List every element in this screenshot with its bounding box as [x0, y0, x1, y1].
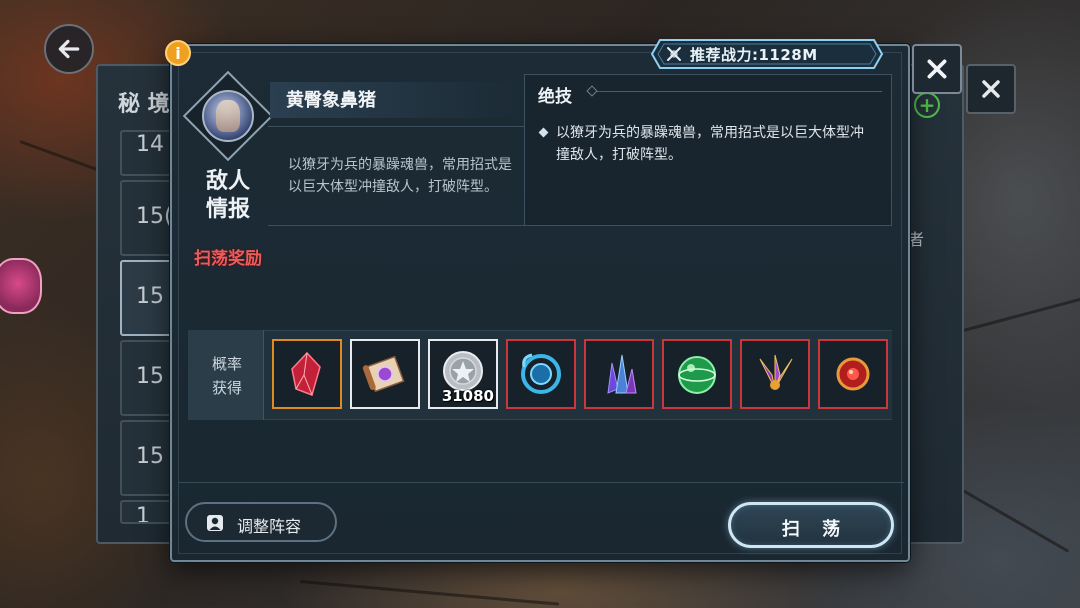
panel-close-button[interactable]: [966, 64, 1016, 114]
sweep-reward-label: 扫荡奖励: [194, 249, 262, 269]
red-crystal-icon: [291, 351, 321, 396]
recommended-power-badge: 推荐战力:1128M: [650, 38, 884, 70]
panel-side-text: 者: [908, 230, 925, 249]
map-character-marker[interactable]: [0, 258, 42, 314]
level-label: 15: [136, 364, 164, 389]
skill-divider: [590, 91, 882, 92]
add-icon[interactable]: +: [914, 92, 940, 118]
enemy-description: 以獠牙为兵的暴躁魂兽，常用招式是以巨大体型冲撞敌人，打破阵型。: [288, 157, 512, 195]
lineup-icon: [207, 515, 223, 531]
level-item[interactable]: 15: [120, 340, 176, 416]
dialog-divider: [178, 482, 904, 483]
sweep-button[interactable]: 扫 荡: [728, 502, 894, 548]
reward-item[interactable]: 31080: [428, 339, 498, 409]
reward-item[interactable]: [506, 339, 576, 409]
close-icon: [927, 59, 947, 79]
enemy-name: 黄臀象鼻猪: [286, 90, 376, 111]
crossed-swords-icon: [667, 47, 681, 61]
level-item[interactable]: 14: [120, 130, 176, 176]
level-label: 15(: [136, 204, 173, 229]
purple-flower-icon: [759, 354, 793, 390]
skill-title: 绝技: [538, 87, 572, 107]
reward-item[interactable]: [740, 339, 810, 409]
sweep-button-label: 扫 荡: [781, 519, 849, 540]
enemy-figure: [216, 100, 240, 132]
reward-item[interactable]: [584, 339, 654, 409]
recommended-power-text: 推荐战力:1128M: [690, 46, 818, 64]
reward-item[interactable]: [350, 339, 420, 409]
reward-item[interactable]: [272, 339, 342, 409]
skill-description: 以獠牙为兵的暴躁魂兽，常用招式是以巨大体型冲撞敌人，打破阵型。: [556, 125, 864, 163]
reward-item[interactable]: [818, 339, 888, 409]
level-label: 15: [136, 444, 164, 469]
reward-quantity: 31080: [441, 387, 494, 405]
level-item-selected[interactable]: 15: [120, 260, 176, 336]
arrow-left-icon: [58, 39, 80, 59]
secret-realm-title: 秘 境: [118, 92, 170, 117]
level-label: 14: [136, 132, 164, 157]
adjust-lineup-label: 调整阵容: [237, 517, 302, 536]
level-item[interactable]: 15(: [120, 180, 176, 256]
purple-crystal-icon: [607, 354, 637, 394]
probability-label: 概率 获得: [211, 355, 242, 397]
dialog-close-button[interactable]: [912, 44, 962, 94]
green-orb-icon: [678, 356, 716, 394]
reward-item[interactable]: [662, 339, 732, 409]
level-item[interactable]: 15: [120, 420, 176, 496]
scroll-icon: [362, 355, 405, 393]
level-label: 1: [136, 504, 150, 524]
level-label: 15: [136, 284, 164, 309]
enemy-portrait: [182, 70, 274, 162]
blue-orb-icon: [521, 353, 561, 394]
back-button[interactable]: [44, 24, 94, 74]
level-item[interactable]: 1: [120, 500, 176, 524]
info-icon[interactable]: i: [165, 40, 191, 66]
close-icon: [982, 80, 1000, 98]
red-eye-orb-icon: [836, 357, 870, 391]
enemy-info-label: 敌人 情报: [205, 169, 250, 222]
adjust-lineup-button[interactable]: 调整阵容: [185, 502, 337, 542]
